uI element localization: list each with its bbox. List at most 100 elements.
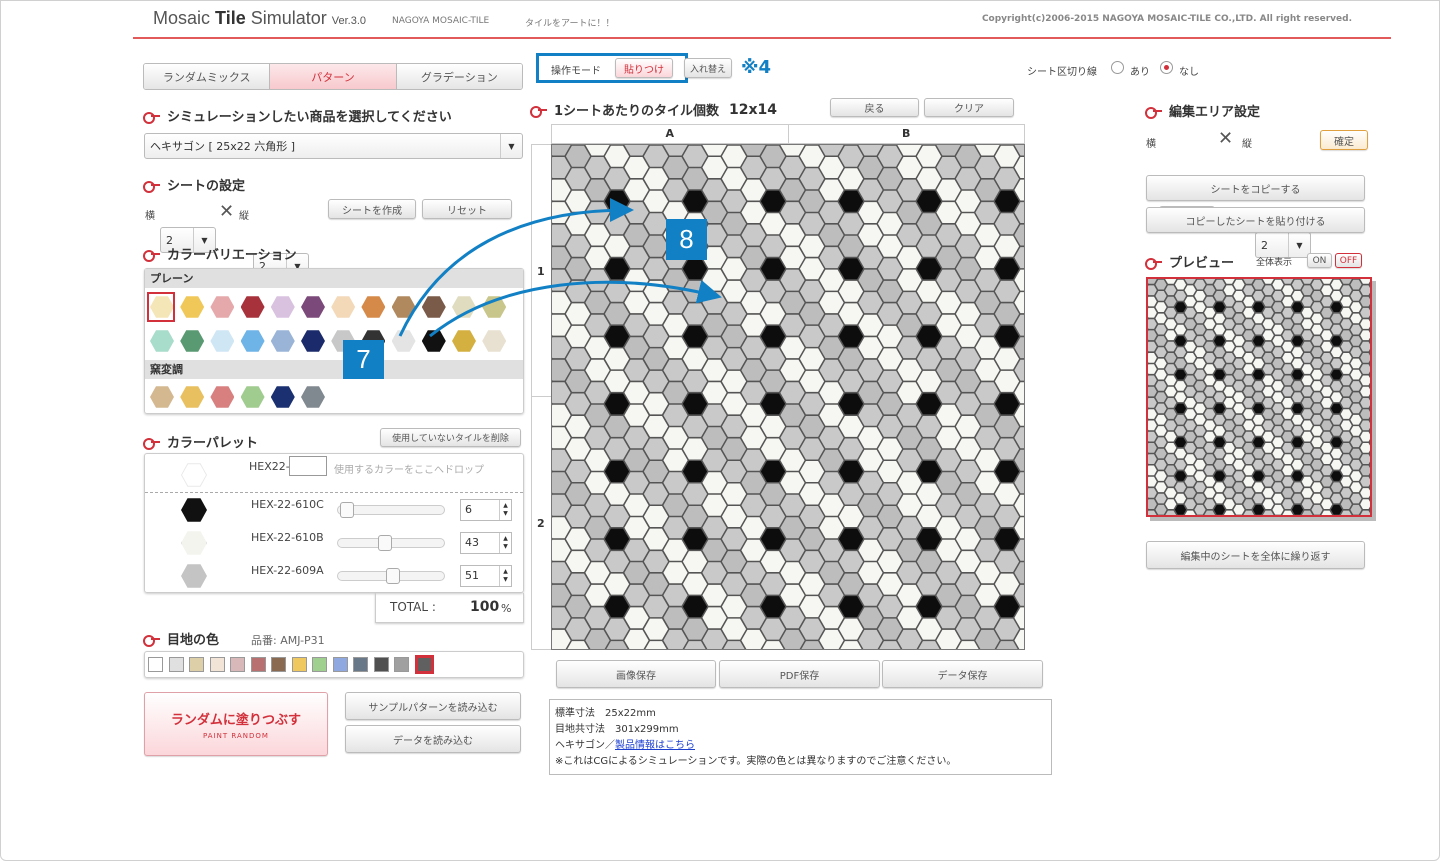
color-swatch[interactable]	[180, 386, 205, 408]
mode-label: 操作モード	[551, 66, 601, 77]
save-image-button[interactable]: 画像保存	[556, 660, 716, 688]
joint-color-swatch[interactable]	[168, 657, 184, 672]
joint-color-swatch[interactable]	[189, 657, 204, 672]
column-ruler: A B	[551, 124, 1025, 144]
color-swatch[interactable]	[150, 386, 174, 408]
create-sheet-button[interactable]: シートを作成	[328, 199, 416, 219]
key-icon	[143, 437, 161, 450]
confirm-button[interactable]: 確定	[1320, 130, 1368, 150]
save-pdf-button[interactable]: PDF保存	[719, 660, 880, 688]
show-all-on-button[interactable]: ON	[1307, 253, 1332, 268]
color-swatch[interactable]	[452, 330, 476, 352]
color-swatch[interactable]	[150, 330, 174, 352]
product-info-link[interactable]: 製品情報はこちら	[615, 740, 695, 751]
palette-code: HEX-22-610B	[251, 531, 324, 544]
clear-button[interactable]: クリア	[924, 98, 1014, 117]
show-all-label: 全体表示	[1256, 258, 1293, 268]
back-button[interactable]: 戻る	[830, 98, 919, 117]
color-swatch[interactable]	[482, 296, 507, 318]
separator-on-radio[interactable]	[1111, 61, 1124, 74]
color-swatch[interactable]	[361, 296, 386, 318]
selected-swatch-frame	[147, 292, 175, 322]
color-swatch[interactable]	[270, 386, 295, 408]
delete-unused-button[interactable]: 使用していないタイルを削除	[380, 428, 521, 447]
key-icon	[530, 105, 548, 118]
slider-thumb[interactable]	[386, 568, 400, 584]
color-swatch[interactable]	[240, 296, 265, 318]
repeat-sheet-button[interactable]: 編集中のシートを全体に繰り返す	[1146, 541, 1365, 569]
preview-canvas	[1146, 277, 1372, 517]
joint-color-swatch[interactable]	[373, 657, 389, 672]
spinner-icon[interactable]: ▲ ▼	[499, 566, 511, 586]
note-marker: ※4	[741, 57, 772, 78]
joint-color-swatch[interactable]	[332, 657, 348, 672]
color-swatch[interactable]	[240, 386, 265, 408]
color-swatch[interactable]	[301, 386, 325, 408]
spinner-icon[interactable]: ▲ ▼	[499, 533, 511, 553]
joint-color-swatch[interactable]	[209, 657, 225, 672]
paint-random-label: ランダムに塗りつぶす	[170, 712, 302, 728]
color-swatch[interactable]	[391, 296, 416, 318]
color-swatch[interactable]	[301, 296, 325, 318]
color-swatch[interactable]	[331, 296, 356, 318]
palette-count-input[interactable]: 51 ▲ ▼	[460, 565, 512, 587]
joint-color-swatch[interactable]	[312, 657, 327, 672]
copy-sheet-button[interactable]: シートをコピーする	[1146, 175, 1365, 201]
tab-pattern[interactable]: パターン	[270, 64, 397, 89]
product-select[interactable]: ヘキサゴン [ 25x22 六角形 ] ▼	[144, 133, 523, 159]
drop-code-input[interactable]	[289, 456, 327, 476]
separator-label: シート区切り線	[1027, 67, 1097, 78]
color-swatch[interactable]	[421, 330, 446, 352]
color-palette: HEX22- 使用するカラーをここへドロップ HEX-22-610C 6 ▲ ▼ HEX…	[144, 453, 524, 593]
color-swatch[interactable]	[180, 296, 205, 318]
color-swatch[interactable]	[210, 296, 235, 318]
joint-color-swatch[interactable]	[271, 657, 286, 672]
palette-slider[interactable]	[337, 535, 445, 551]
slider-thumb[interactable]	[378, 535, 392, 551]
joint-color-swatch[interactable]	[353, 657, 368, 672]
palette-slider[interactable]	[337, 568, 445, 584]
color-swatch[interactable]	[210, 386, 235, 408]
edit-yoko-label: 横	[1146, 139, 1156, 150]
swap-mode-button[interactable]: 入れ替え	[684, 58, 732, 78]
load-sample-button[interactable]: サンプルパターンを読み込む	[345, 692, 521, 720]
paste-mode-button[interactable]: 貼りつけ	[615, 58, 673, 78]
color-swatch[interactable]	[180, 330, 205, 352]
color-swatch[interactable]	[301, 330, 325, 352]
color-swatch[interactable]	[482, 330, 507, 352]
joint-color-swatch[interactable]	[148, 657, 163, 672]
reset-button[interactable]: リセット	[422, 199, 512, 219]
joint-color-swatch[interactable]	[394, 657, 409, 672]
paste-sheet-button[interactable]: コピーしたシートを貼り付ける	[1146, 207, 1365, 233]
joint-color-swatch[interactable]	[414, 655, 434, 674]
color-swatch[interactable]	[270, 330, 295, 352]
color-swatch[interactable]	[270, 296, 295, 318]
palette-count-input[interactable]: 43 ▲ ▼	[460, 532, 512, 554]
color-swatch[interactable]	[452, 296, 476, 318]
tile-grid[interactable]	[551, 144, 1025, 650]
palette-count-input[interactable]: 6 ▲ ▼	[460, 499, 512, 521]
tile-grid-canvas[interactable]	[552, 145, 1025, 650]
load-data-button[interactable]: データを読み込む	[345, 725, 521, 753]
paint-random-button[interactable]: ランダムに塗りつぶす PAINT RANDOM	[144, 692, 328, 756]
color-swatch[interactable]	[210, 330, 235, 352]
tab-random-mix[interactable]: ランダムミックス	[144, 64, 271, 89]
palette-slider[interactable]	[337, 502, 445, 518]
color-swatch[interactable]	[391, 330, 416, 352]
joint-color-swatch[interactable]	[291, 657, 307, 672]
color-swatch[interactable]	[421, 296, 446, 318]
color-swatch[interactable]	[240, 330, 265, 352]
product-info: 標準寸法 25x22mm 目地共寸法 301x299mm ヘキサゴン／製品情報は…	[549, 699, 1052, 775]
separator-off-radio[interactable]	[1160, 61, 1173, 74]
callout-8: 8	[666, 219, 707, 260]
column-b-label: B	[902, 127, 911, 140]
tab-gradation[interactable]: グラデーション	[396, 64, 522, 89]
joint-color-swatch[interactable]	[230, 657, 245, 672]
joint-color-swatch[interactable]	[250, 657, 266, 672]
slider-thumb[interactable]	[340, 502, 354, 518]
palette-code: HEX-22-609A	[251, 564, 324, 577]
key-icon	[143, 249, 161, 262]
show-all-off-button[interactable]: OFF	[1335, 253, 1362, 268]
spinner-icon[interactable]: ▲ ▼	[499, 500, 511, 520]
save-data-button[interactable]: データ保存	[882, 660, 1043, 688]
